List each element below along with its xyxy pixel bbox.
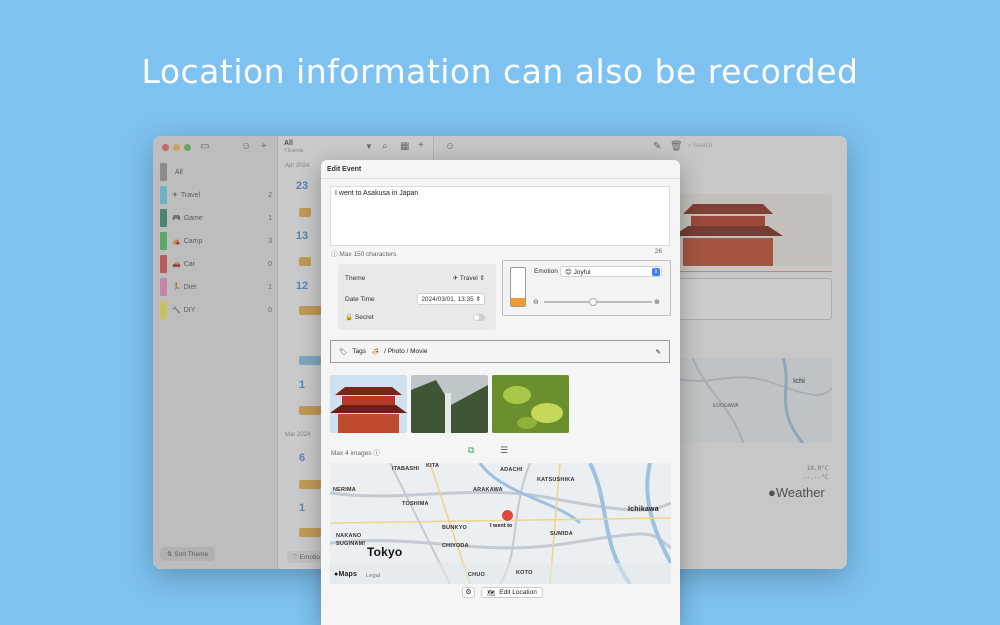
minus-circle-icon[interactable]: ⊖ bbox=[533, 298, 539, 306]
map-label: ITABASHI bbox=[392, 466, 420, 472]
secret-toggle[interactable] bbox=[473, 313, 485, 321]
max-chars-hint: ⓘ Max 150 characters bbox=[331, 251, 397, 258]
map-label: NAKANO bbox=[336, 533, 362, 539]
map-label: KOTO bbox=[516, 570, 533, 576]
map-label: Ichikawa bbox=[628, 506, 659, 513]
slider-knob[interactable] bbox=[588, 298, 597, 306]
event-text-input[interactable]: I went to Asakusa in Japan bbox=[330, 186, 670, 246]
map-label: SUGINAMI bbox=[336, 541, 366, 547]
datetime-value: 2024/03/01, 13:35 bbox=[421, 296, 474, 303]
datetime-label: Date Time bbox=[345, 295, 375, 303]
photo-thumbnail[interactable] bbox=[492, 375, 569, 433]
map-label: NERIMA bbox=[333, 487, 356, 493]
maps-label: Maps bbox=[338, 571, 358, 578]
location-pin-icon[interactable] bbox=[501, 509, 514, 522]
secret-label: Secret bbox=[354, 314, 374, 321]
edit-tags-icon[interactable]: ✎ bbox=[656, 348, 661, 356]
tags-field[interactable]: 🏷 Tags 🍜 / Photo / Movie ✎ bbox=[330, 340, 670, 363]
map-label: ADACHI bbox=[500, 467, 523, 473]
map-label: TOSHIMA bbox=[402, 501, 429, 507]
secret-row: 🔒 Secret bbox=[345, 313, 485, 321]
theme-value: Travel bbox=[459, 275, 478, 282]
emotion-select[interactable]: 😊 Joyful ⇕ bbox=[560, 266, 662, 277]
tags-value: / Photo / Movie bbox=[384, 348, 428, 355]
max-images-label: Max 4 images bbox=[331, 450, 372, 457]
location-map[interactable]: ITABASHI KITA ADACHI NERIMA ARAKAWA KATS… bbox=[330, 463, 671, 584]
edit-event-dialog: Edit Event I went to Asakusa in Japan ⓘ … bbox=[321, 160, 680, 625]
plane-icon: ✈ bbox=[452, 275, 459, 282]
edit-location-button[interactable]: 🗺 Edit Location bbox=[481, 587, 543, 598]
map-label: CHIYODA bbox=[442, 543, 469, 549]
photo-thumbnail[interactable] bbox=[330, 375, 407, 433]
map-city-label: Tokyo bbox=[367, 545, 403, 559]
theme-label: Theme bbox=[345, 274, 366, 282]
map-label: KATSUSHIKA bbox=[537, 477, 575, 483]
headline: Location information can also be recorde… bbox=[141, 52, 859, 91]
legal-link[interactable]: Legal bbox=[366, 573, 380, 579]
edit-location-label: Edit Location bbox=[499, 589, 537, 596]
joyful-face-icon: 😊 bbox=[565, 269, 572, 276]
map-icon: 🗺 bbox=[487, 589, 496, 597]
datetime-picker[interactable]: 2024/03/01, 13:35 ⇕ bbox=[417, 293, 485, 305]
gear-icon: ⚙ bbox=[465, 589, 472, 596]
divider bbox=[321, 178, 680, 179]
char-count: 26 bbox=[654, 248, 662, 255]
theme-row: Theme ✈ Travel ⇕ bbox=[345, 274, 485, 283]
ramen-icon: 🍜 bbox=[371, 348, 380, 356]
maps-brand: ●Maps bbox=[334, 571, 357, 578]
chevron-updown-icon: ⇕ bbox=[652, 268, 660, 276]
emotion-level-fill bbox=[511, 298, 525, 306]
map-label: BUNKYO bbox=[442, 525, 468, 531]
map-label: CHUO bbox=[468, 572, 485, 578]
map-settings-button[interactable]: ⚙ bbox=[462, 587, 475, 598]
list-icon[interactable]: ☰ bbox=[500, 445, 508, 456]
datetime-row: Date Time 2024/03/01, 13:35 ⇕ bbox=[345, 293, 485, 305]
max-chars-label: Max 150 characters bbox=[339, 251, 397, 258]
plus-circle-icon[interactable]: ⊕ bbox=[654, 298, 660, 306]
pin-label: I went to bbox=[490, 523, 513, 529]
emotion-value: Joyful bbox=[573, 269, 591, 276]
map-label: KITA bbox=[426, 463, 440, 469]
emotion-box: Emotion 😊 Joyful ⇕ ⊖ ⊕ bbox=[502, 260, 671, 316]
tags-label: Tags bbox=[352, 348, 366, 355]
lock-icon: 🔒 bbox=[345, 314, 354, 321]
photo-thumbnail[interactable] bbox=[411, 375, 488, 433]
emotion-slider[interactable] bbox=[544, 298, 652, 306]
add-photo-icon[interactable]: ⧉ bbox=[468, 445, 474, 456]
map-label: ARAKAWA bbox=[473, 487, 503, 493]
max-images-hint: Max 4 images ⓘ bbox=[331, 450, 380, 457]
map-label: SUMIDA bbox=[550, 531, 573, 537]
tag-icon: 🏷 bbox=[339, 348, 348, 356]
emotion-level-bar bbox=[510, 267, 526, 307]
dialog-title: Edit Event bbox=[327, 166, 362, 173]
theme-select[interactable]: ✈ Travel ⇕ bbox=[453, 274, 485, 282]
emotion-label: Emotion bbox=[534, 268, 558, 275]
